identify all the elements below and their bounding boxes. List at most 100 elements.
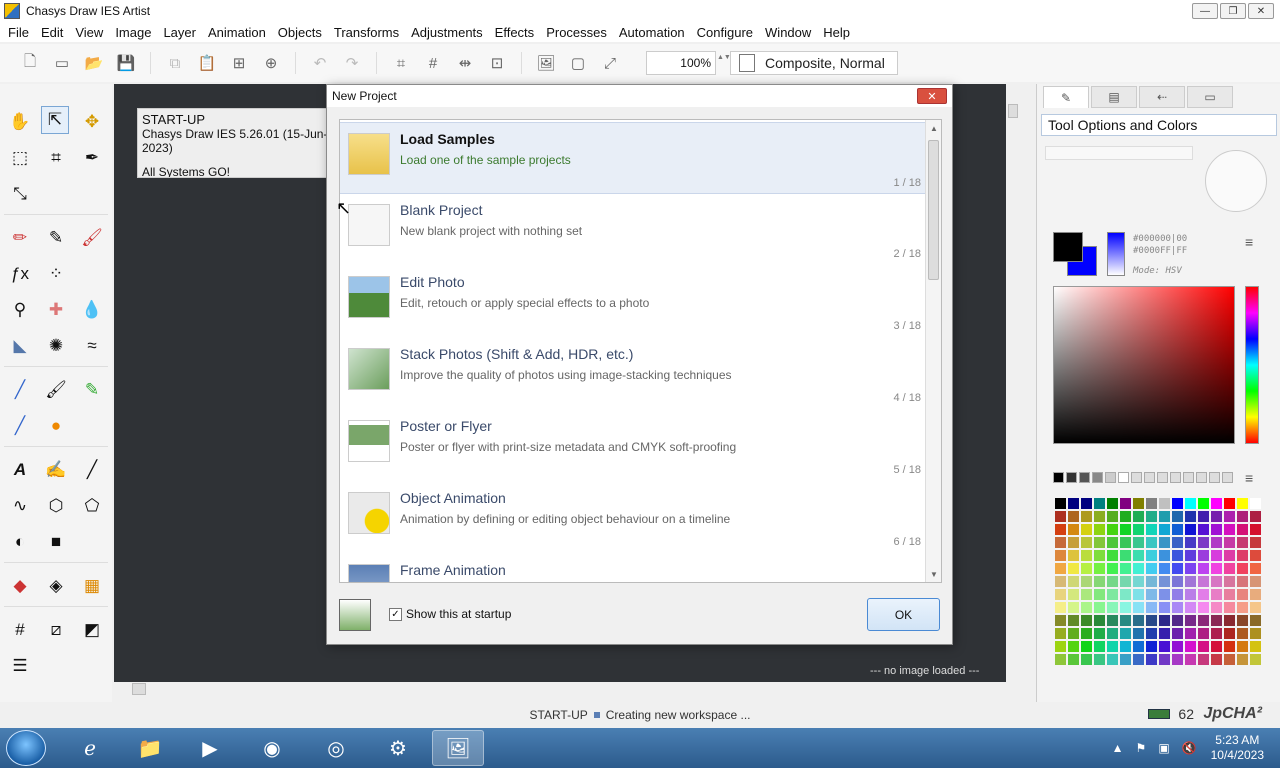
recent-color-swatch[interactable] [1131,472,1142,483]
palette-swatch[interactable] [1250,498,1261,509]
palette-swatch[interactable] [1159,537,1170,548]
show-at-startup-checkbox[interactable]: ✓ Show this at startup [389,607,511,621]
shape-icon[interactable]: ⬡ [42,492,70,520]
palette-swatch[interactable] [1068,563,1079,574]
palette-swatch[interactable] [1094,537,1105,548]
palette-swatch[interactable] [1211,602,1222,613]
palette-swatch[interactable] [1081,550,1092,561]
palette-swatch[interactable] [1055,511,1066,522]
align-icon[interactable]: ⊡ [486,52,508,74]
palette-swatch[interactable] [1055,589,1066,600]
add-layer-icon[interactable]: ⊕ [260,52,282,74]
palette-swatch[interactable] [1120,550,1131,561]
palette-swatch[interactable] [1250,563,1261,574]
tray-network-icon[interactable]: ▣ [1158,741,1169,755]
recent-color-swatch[interactable] [1105,472,1116,483]
scroll-up-icon[interactable]: ▲ [926,120,941,136]
palette-swatch[interactable] [1185,615,1196,626]
save-icon[interactable]: 💾 [115,52,137,74]
gradient-icon[interactable]: ▦ [78,572,106,600]
palette-swatch[interactable] [1055,654,1066,665]
palette-swatch[interactable] [1055,602,1066,613]
palette-swatch[interactable] [1120,511,1131,522]
minimize-button[interactable]: — [1192,3,1218,19]
palette-swatch[interactable] [1211,589,1222,600]
transform-icon[interactable]: ⤡ [6,180,34,208]
palette-swatch[interactable] [1133,615,1144,626]
palette-swatch[interactable] [1068,615,1079,626]
palette-swatch[interactable] [1172,628,1183,639]
list-item[interactable]: Edit Photo Edit, retouch or apply specia… [340,266,925,338]
palette-swatch[interactable] [1055,498,1066,509]
palette-swatch[interactable] [1198,537,1209,548]
palette-swatch[interactable] [1159,511,1170,522]
menu-animation[interactable]: Animation [202,25,272,40]
palette-swatch[interactable] [1055,550,1066,561]
warp-grid-icon[interactable]: # [6,616,34,644]
cube-icon[interactable]: ■ [42,528,70,556]
palette-swatch[interactable] [1068,602,1079,613]
palette-swatch[interactable] [1068,537,1079,548]
recent-color-swatch[interactable] [1170,472,1181,483]
recent-color-swatch[interactable] [1053,472,1064,483]
palette-swatch[interactable] [1159,615,1170,626]
menu-file[interactable]: File [2,25,35,40]
palette-swatch[interactable] [1146,498,1157,509]
bucket-fill-icon[interactable]: ◆ [6,572,34,600]
palette-swatch[interactable] [1185,550,1196,561]
recent-color-swatch[interactable] [1092,472,1103,483]
palette-swatch[interactable] [1146,576,1157,587]
palette-swatch[interactable] [1107,524,1118,535]
palette-swatch[interactable] [1133,576,1144,587]
palette-swatch[interactable] [1250,654,1261,665]
menu-effects[interactable]: Effects [489,25,541,40]
undo-icon[interactable]: ↶ [309,52,331,74]
palette-swatch[interactable] [1068,576,1079,587]
palette-swatch[interactable] [1094,615,1105,626]
scroll-thumb[interactable] [1008,104,1018,118]
palette-swatch[interactable] [1107,654,1118,665]
palette-swatch[interactable] [1120,654,1131,665]
palette-swatch[interactable] [1211,550,1222,561]
open-icon[interactable]: ▭ [51,52,73,74]
zoom-spinner[interactable]: ▲▼ [717,52,731,74]
palette-swatch[interactable] [1185,537,1196,548]
list-scrollbar[interactable]: ▲ ▼ [925,120,941,582]
palette-swatch[interactable] [1107,576,1118,587]
open-folder-icon[interactable]: 📂 [83,52,105,74]
line-brush-icon[interactable]: ╱ [6,376,34,404]
palette-swatch[interactable] [1133,524,1144,535]
palette-swatch[interactable] [1133,602,1144,613]
palette-swatch[interactable] [1146,589,1157,600]
polygon-icon[interactable]: ⬠ [78,492,106,520]
recent-color-swatch[interactable] [1157,472,1168,483]
palette-swatch[interactable] [1146,628,1157,639]
palette-swatch[interactable] [1198,654,1209,665]
tray-arrow-icon[interactable]: ▲ [1112,741,1124,755]
palette-swatch[interactable] [1159,498,1170,509]
palette-swatch[interactable] [1146,511,1157,522]
palette-swatch[interactable] [1237,524,1248,535]
color-menu-icon[interactable]: ≡ [1245,234,1253,250]
recent-color-swatch[interactable] [1118,472,1129,483]
palette-swatch[interactable] [1120,615,1131,626]
menu-view[interactable]: View [69,25,109,40]
palette-swatch[interactable] [1133,511,1144,522]
palette-swatch[interactable] [1146,550,1157,561]
palette-swatch[interactable] [1237,537,1248,548]
palette-swatch[interactable] [1146,524,1157,535]
palette-swatch[interactable] [1172,563,1183,574]
tab-tool-options[interactable]: ✎ [1043,86,1089,108]
menu-image[interactable]: Image [109,25,157,40]
palette-swatch[interactable] [1107,589,1118,600]
palette-swatch[interactable] [1068,628,1079,639]
palette-swatch[interactable] [1159,524,1170,535]
flip-icon[interactable]: ⇹ [454,52,476,74]
palette-swatch[interactable] [1146,563,1157,574]
palette-swatch[interactable] [1133,537,1144,548]
palette-swatch[interactable] [1224,563,1235,574]
palette-swatch[interactable] [1250,641,1261,652]
palette-swatch[interactable] [1146,615,1157,626]
palette-swatch[interactable] [1185,498,1196,509]
palette-swatch[interactable] [1185,511,1196,522]
